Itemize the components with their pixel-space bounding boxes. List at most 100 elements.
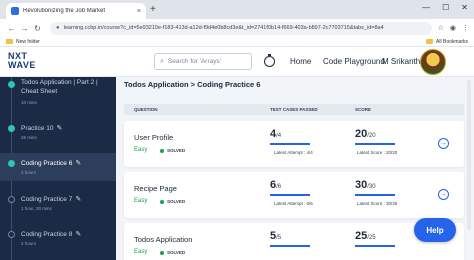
bookmarks-bar: New folder All Bookmarks (0, 37, 474, 47)
pending-dot-icon (8, 196, 15, 203)
completed-dot-icon (8, 81, 15, 88)
tests-progress-bar (270, 245, 310, 247)
completed-dot-icon (8, 160, 15, 167)
nav-home[interactable]: Home (290, 57, 311, 66)
score-progress-fill (355, 194, 395, 196)
score-progress-bar (355, 245, 395, 247)
edit-icon: ✎ (75, 231, 82, 238)
question-title: Recipe Page (134, 184, 177, 193)
logo-line-2: WAVE (8, 60, 36, 70)
latest-attempt: Latest Attempt : 6/6 (274, 201, 313, 206)
solved-dot-icon (160, 199, 164, 204)
arrow-right-circle-icon[interactable]: → (438, 138, 449, 149)
sidebar-item-title-line2: Cheat Sheet (21, 88, 58, 95)
all-bookmarks[interactable]: All Bookmarks (426, 39, 468, 45)
star-icon[interactable]: ☆ (438, 24, 444, 32)
status-badge: SOLVED (160, 199, 185, 204)
sidebar-item-practice-10[interactable]: Practice 10 ✎ 25 mins (0, 117, 116, 147)
sidebar-item-title: Coding Practice 8 ✎ (21, 231, 82, 238)
window-controls: — ☐ ✕ (422, 3, 468, 12)
sidebar-item-title: Coding Practice 7 ✎ (21, 196, 82, 203)
logo[interactable]: NXT WAVE (8, 52, 36, 70)
score-progress-bar (355, 194, 395, 196)
question-title: User Profile (134, 133, 174, 142)
question-title: Todos Application (134, 235, 193, 244)
arrow-right-circle-icon[interactable]: → (438, 189, 449, 200)
question-row[interactable]: User Profile Easy SOLVED 4/4 Latest Atte… (124, 121, 464, 167)
question-row[interactable]: Recipe Page Easy SOLVED 6/6 Latest Attem… (124, 172, 464, 218)
browser-tab[interactable]: Revolutionizing the Job Market × (6, 3, 146, 19)
search-input[interactable]: ⌕ Search for 'Arrays' (154, 53, 252, 70)
course-sidebar: Todos Application | Part 2 | Cheat Sheet… (0, 77, 116, 260)
folder-icon (6, 39, 13, 44)
table-header: QUESTION TEST CASES PASSED SCORE (124, 104, 464, 115)
folder-icon (426, 39, 434, 44)
maximize-icon[interactable]: ☐ (442, 3, 449, 12)
tests-progress-fill (270, 143, 310, 145)
address-bar: ← → ↻ ● learning.ccbp.in/course?c_id=5e9… (0, 19, 474, 37)
search-placeholder: Search for 'Arrays' (167, 58, 221, 65)
avatar[interactable] (420, 49, 446, 75)
col-score: SCORE (355, 107, 372, 112)
sidebar-item-duration: 2 hours (21, 170, 37, 175)
scrollbar[interactable] (467, 80, 471, 230)
menu-icon[interactable]: ⋮ (462, 24, 469, 32)
sidebar-item-duration: 10 mins (21, 100, 37, 105)
bookmark-label: New folder (16, 38, 40, 45)
forward-icon[interactable]: → (18, 24, 31, 33)
reload-icon[interactable]: ↻ (31, 24, 44, 33)
solved-dot-icon (160, 250, 164, 255)
latest-score: Latest Score : 20/20 (357, 150, 398, 155)
favicon-icon (11, 7, 19, 15)
score-progress-fill (355, 143, 395, 145)
app-header: NXT WAVE ⌕ Search for 'Arrays' Home Code… (0, 47, 474, 77)
difficulty-label: Easy (134, 147, 148, 153)
tab-close-icon[interactable]: × (137, 8, 141, 15)
user-name[interactable]: M Srikanth (382, 57, 420, 66)
sidebar-item-coding-practice-8[interactable]: Coding Practice 8 ✎ 2 hours (0, 224, 116, 254)
latest-score: Latest Score : 30/30 (357, 201, 398, 206)
breadcrumb: Todos Application > Coding Practice 6 (124, 80, 261, 89)
timer-icon[interactable] (264, 54, 275, 67)
nav-code-playground[interactable]: Code Playground (323, 57, 385, 66)
minimize-icon[interactable]: — (422, 3, 430, 12)
col-tests: TEST CASES PASSED (270, 107, 318, 112)
edit-icon: ✎ (56, 125, 63, 132)
tests-progress-fill (270, 245, 310, 247)
back-icon[interactable]: ← (5, 24, 18, 33)
sidebar-item-duration: 25 mins (21, 135, 37, 140)
tests-progress-fill (270, 194, 310, 196)
sidebar-item-cheat-sheet[interactable]: Todos Application | Part 2 | Cheat Sheet… (0, 77, 116, 109)
bookmark-new-folder[interactable]: New folder (6, 39, 40, 45)
edit-icon: ✎ (75, 196, 82, 203)
tests-progress-bar (270, 143, 310, 145)
new-tab-button[interactable]: + (150, 4, 156, 15)
score: 25/25 (355, 230, 376, 242)
sidebar-item-coding-practice-6[interactable]: Coding Practice 6 ✎ 2 hours (0, 153, 116, 181)
edit-icon: ✎ (75, 160, 82, 167)
url-field[interactable]: ● learning.ccbp.in/course?c_id=5e93210e-… (50, 21, 432, 35)
sidebar-item-duration: 2 hours (21, 241, 37, 246)
score-progress-fill (355, 245, 395, 247)
completed-dot-icon (8, 125, 15, 132)
tab-title: Revolutionizing the Job Market (23, 8, 106, 14)
tests-passed: 5/5 (270, 230, 282, 242)
search-icon: ⌕ (160, 57, 164, 65)
close-window-icon[interactable]: ✕ (461, 3, 468, 12)
profile-icon[interactable]: ◉ (450, 24, 456, 32)
solved-dot-icon (160, 148, 164, 153)
latest-attempt: Latest Attempt : 4/4 (274, 150, 313, 155)
sidebar-item-title: Coding Practice 6 ✎ (21, 160, 82, 167)
lock-icon: ● (56, 25, 60, 31)
browser-actions: ☆ ◉ ⋮ (438, 24, 469, 32)
sidebar-item-title: Todos Application | Part 2 | (21, 79, 98, 86)
all-bookmarks-label: All Bookmarks (436, 38, 468, 45)
difficulty-label: Easy (134, 198, 148, 204)
tests-progress-bar (270, 194, 310, 196)
url-text: learning.ccbp.in/course?c_id=5e93210e-f1… (63, 25, 384, 31)
help-button[interactable]: Help (414, 218, 456, 242)
question-row[interactable]: Todos Application Easy SOLVED 5/5 25/25 (124, 223, 464, 260)
sidebar-item-coding-practice-7[interactable]: Coding Practice 7 ✎ 1 hour, 30 mins (0, 189, 116, 219)
score: 30/30 (355, 179, 376, 191)
status-badge: SOLVED (160, 250, 185, 255)
